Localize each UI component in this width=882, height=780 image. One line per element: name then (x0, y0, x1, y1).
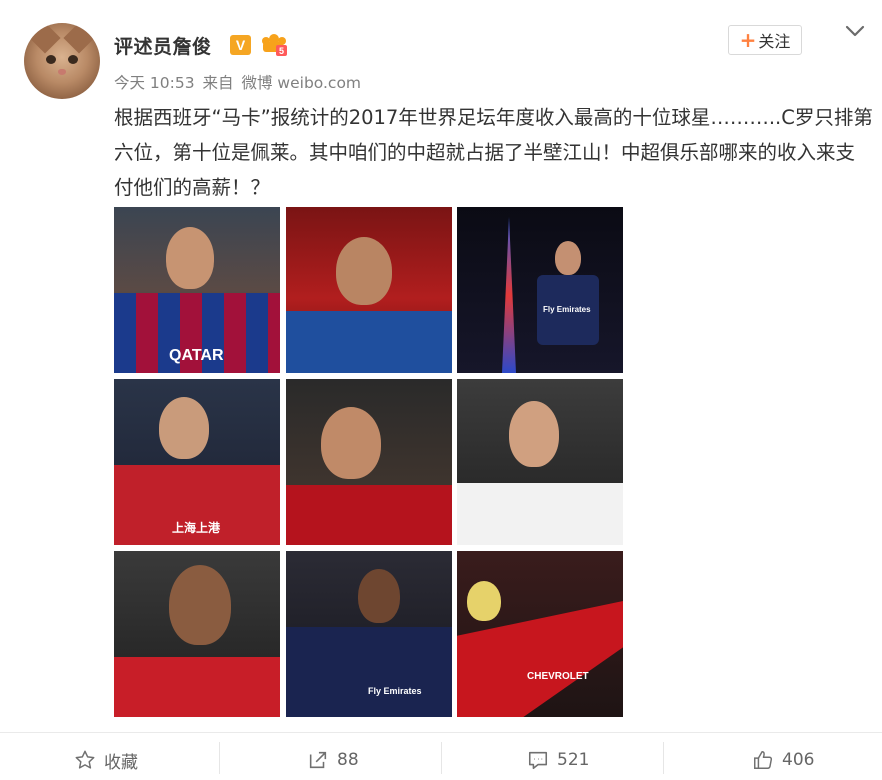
follow-button[interactable]: + 关注 (728, 25, 802, 55)
favorite-label: 收藏 (104, 752, 138, 773)
player-face (509, 401, 559, 467)
verified-badge-icon: V (230, 35, 251, 55)
vip-level-icon[interactable]: 5 (260, 33, 288, 57)
repost-icon (309, 751, 327, 769)
player-shirt (286, 627, 452, 717)
repost-button[interactable]: 88 (307, 744, 359, 776)
from-prefix: 来自 (202, 74, 234, 92)
photo-grid: QATAR Fly Emirates 上海上港 Fly Emirates CHE… (114, 207, 624, 717)
comment-button[interactable]: 521 (527, 744, 589, 776)
photo-messi[interactable]: QATAR (114, 207, 280, 373)
player-shirt (286, 485, 452, 545)
star-icon (75, 750, 95, 769)
shirt-text: Fly Emirates (543, 305, 591, 314)
plus-icon: + (739, 28, 757, 52)
comment-icon (528, 751, 548, 770)
post-meta: 今天 10:53 来自 微博 weibo.com (114, 71, 364, 93)
photo-oscar[interactable]: 上海上港 (114, 379, 280, 545)
chevron-down-icon[interactable] (845, 24, 865, 38)
player-shirt (114, 657, 280, 717)
player-face (555, 241, 581, 275)
shirt-text: QATAR (169, 347, 224, 364)
avatar-cat-ear (63, 23, 95, 54)
photo-neymar[interactable]: Fly Emirates (457, 207, 623, 373)
favorite-button[interactable]: 收藏 (74, 744, 138, 776)
action-divider (219, 742, 220, 774)
post-time[interactable]: 今天 10:53 (114, 74, 195, 92)
player-face (358, 569, 400, 623)
shirt-text: CHEVROLET (527, 671, 589, 682)
photo-mbappe[interactable]: Fly Emirates (286, 551, 452, 717)
username[interactable]: 评述员詹俊 (114, 32, 212, 59)
player-face (321, 407, 381, 479)
post-source[interactable]: 微博 weibo.com (242, 74, 362, 92)
thumbs-up-icon (754, 751, 773, 769)
like-count: 406 (782, 750, 815, 770)
photo-ronaldo[interactable] (457, 379, 623, 545)
player-hair (467, 581, 501, 621)
player-shirt (457, 483, 623, 545)
shirt-text: Fly Emirates (368, 686, 422, 696)
photo-hulk[interactable] (114, 551, 280, 717)
avatar-cat-nose (58, 69, 66, 75)
action-divider (663, 742, 664, 774)
player-shirt (286, 311, 452, 373)
post-text: 根据西班牙“马卡”报统计的2017年世界足坛年度收入最高的十位球星………..C罗… (114, 106, 873, 199)
svg-text:5: 5 (279, 46, 284, 56)
avatar-cat-eye (68, 55, 78, 64)
player-face (159, 397, 209, 459)
footer-divider (0, 732, 882, 733)
action-divider (441, 742, 442, 774)
follow-label: 关注 (758, 32, 791, 51)
repost-count: 88 (337, 750, 359, 770)
comment-count: 521 (557, 750, 590, 770)
like-button[interactable]: 406 (752, 744, 814, 776)
eiffel-tower (502, 217, 516, 373)
photo-tevez[interactable] (286, 207, 452, 373)
photo-pogba[interactable]: CHEVROLET (457, 551, 623, 717)
player-face (169, 565, 231, 645)
avatar-cat-eye (46, 55, 56, 64)
avatar-cat-ear (29, 23, 61, 54)
player-face (166, 227, 214, 289)
photo-lavezzi[interactable] (286, 379, 452, 545)
shirt-text: 上海上港 (172, 521, 221, 535)
player-face (336, 237, 392, 305)
avatar[interactable] (24, 23, 100, 99)
